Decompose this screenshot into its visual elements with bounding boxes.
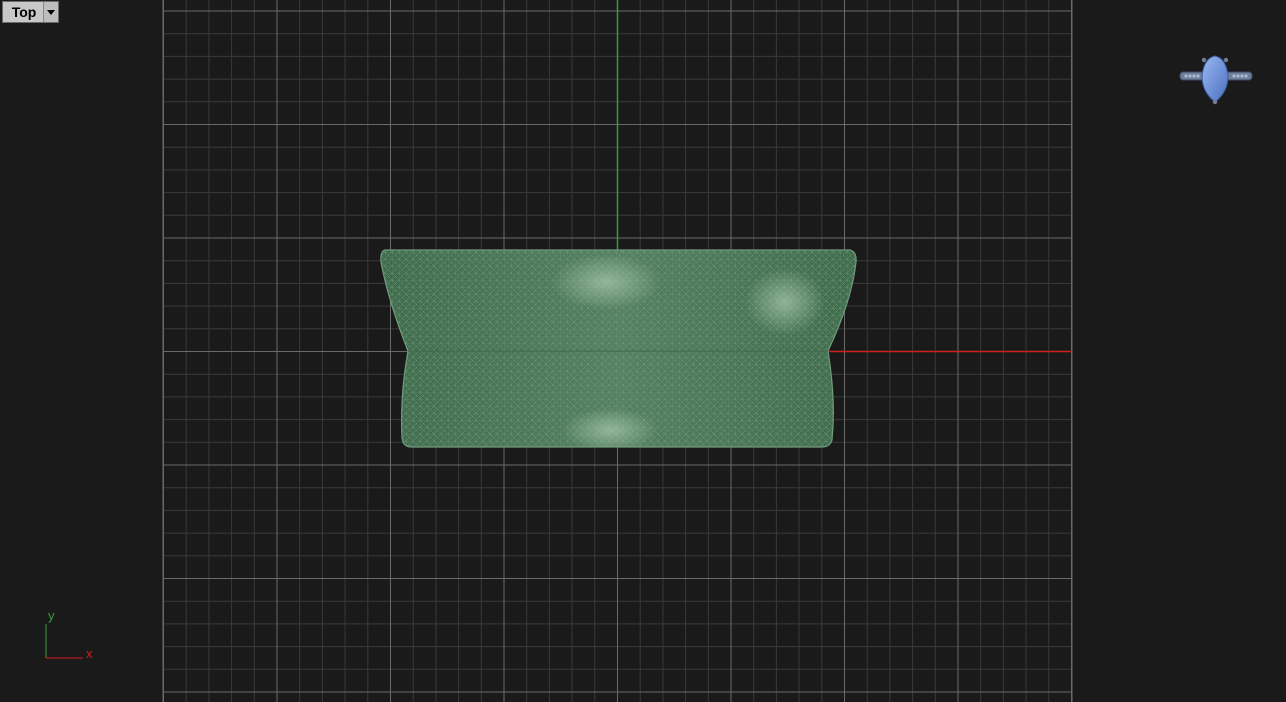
axis-indicator-x-label: x — [86, 646, 93, 661]
viewport-name[interactable]: Top — [3, 2, 43, 22]
ring-mesh[interactable] — [378, 248, 860, 452]
axis-indicator-y-label: y — [48, 608, 55, 623]
viewport-scene[interactable] — [0, 0, 1286, 702]
axis-indicator: y x — [40, 604, 100, 668]
chevron-down-icon[interactable] — [43, 2, 58, 22]
ring-preview-icon[interactable] — [1176, 50, 1256, 108]
viewport-label[interactable]: Top — [2, 1, 59, 23]
